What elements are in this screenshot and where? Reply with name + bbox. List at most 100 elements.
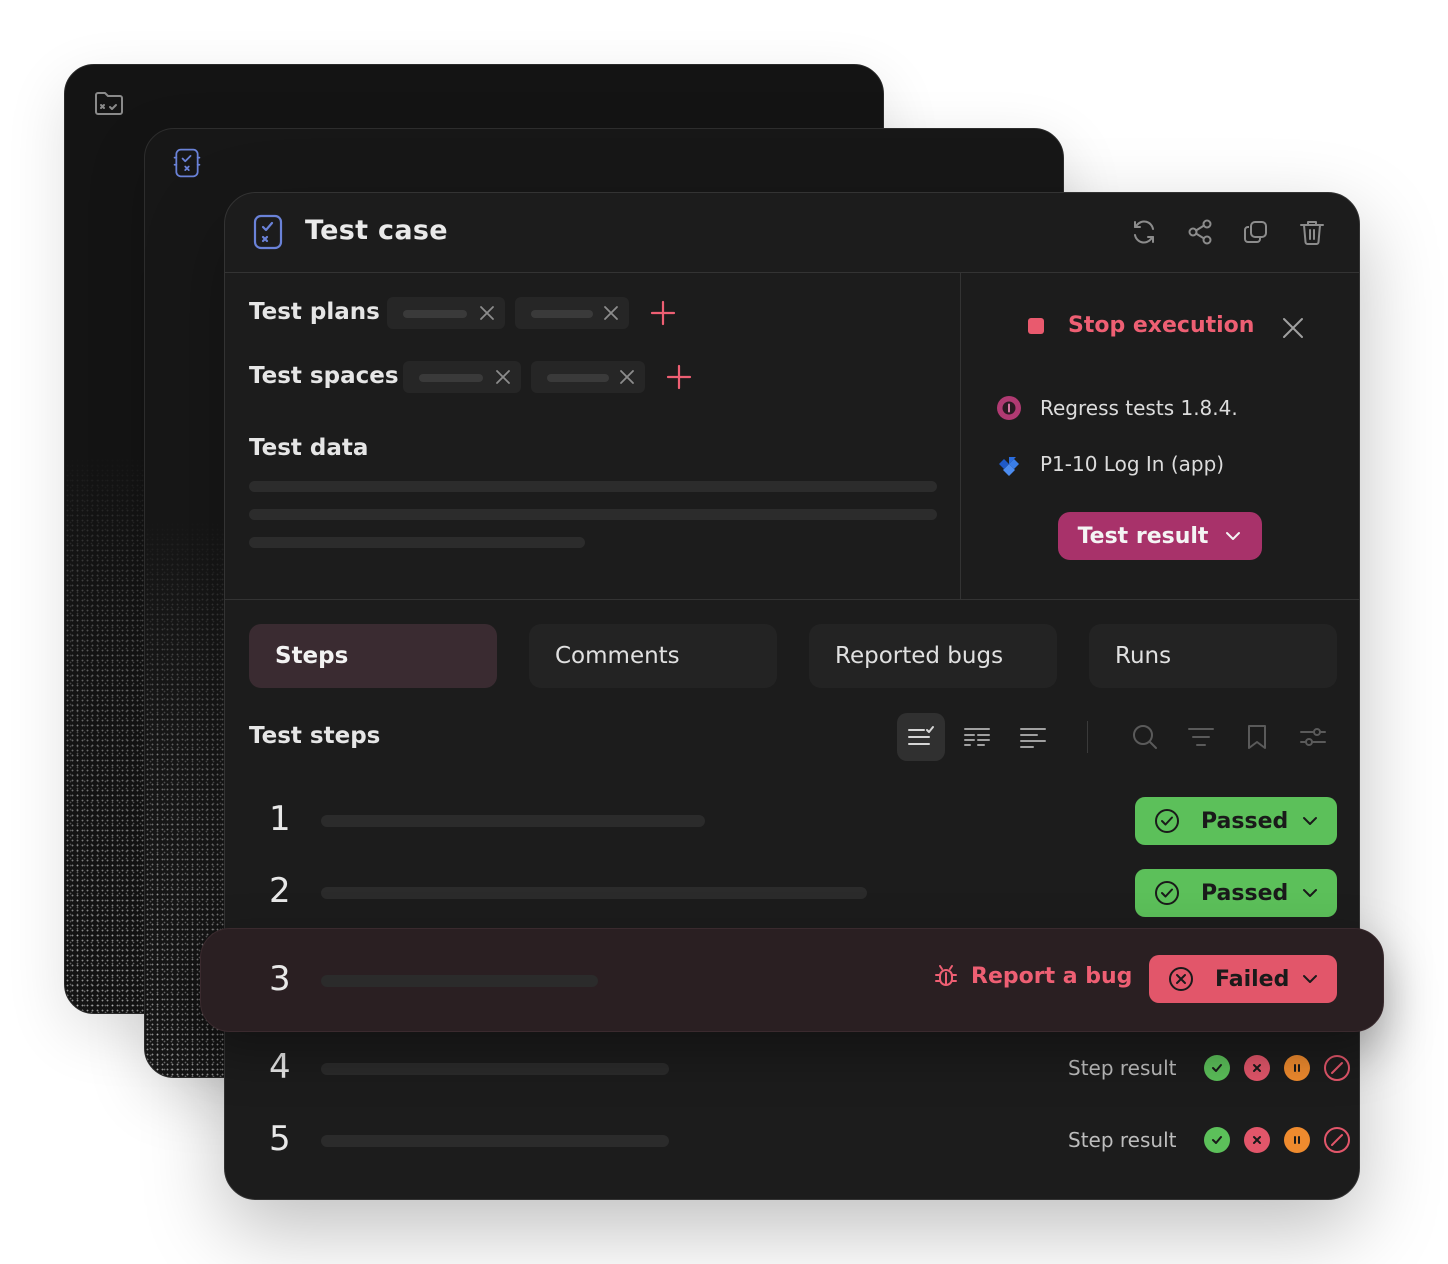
text-placeholder-line [249,537,585,548]
report-bug-label: Report a bug [971,963,1133,989]
view-columns-button[interactable] [953,713,1001,761]
step-result-label: Step result [1068,1056,1177,1080]
chevron-down-icon [1303,975,1317,983]
pause-icon [1294,1136,1301,1144]
text-placeholder-line [249,481,937,492]
text-placeholder-line [249,509,937,520]
test-plans-label: Test plans [249,299,380,325]
tab-runs[interactable]: Runs [1089,624,1337,688]
bookmark-button[interactable] [1233,713,1281,761]
trash-icon[interactable] [1297,217,1327,247]
tab-label: Reported bugs [835,643,1004,669]
list-align-icon [1020,728,1046,748]
chip-placeholder [419,374,483,382]
block-icon [1331,1062,1344,1074]
list-check-icon [908,726,934,745]
block-step-button[interactable] [1324,1055,1351,1081]
stop-execution-label: Stop execution [1068,313,1255,338]
pass-step-button[interactable] [1204,1127,1231,1153]
x-icon [1253,1064,1262,1072]
search-button[interactable] [1121,713,1169,761]
step-text-placeholder [321,1135,669,1147]
step-text-placeholder [321,975,598,987]
search-icon [1133,725,1157,749]
folder-check-icon [95,92,123,115]
test-plan-chip[interactable] [515,297,629,329]
stage: Test case Test plans Test spaces Test da… [0,0,1448,1264]
run-name: Regress tests 1.8.4. [1040,396,1238,420]
step-status-dropdown[interactable]: Passed [1135,797,1337,845]
chip-placeholder [403,310,467,318]
chevron-down-icon [1303,889,1317,897]
check-circle-icon [1155,809,1179,833]
filter-button[interactable] [1177,713,1225,761]
close-icon[interactable] [1280,315,1306,341]
close-icon[interactable] [617,367,637,387]
step-number: 5 [269,1119,291,1159]
step-status-dropdown[interactable]: Passed [1135,869,1337,917]
chip-placeholder [531,310,593,318]
divider [225,599,1359,600]
close-icon[interactable] [493,367,513,387]
failed-step-row[interactable]: 3 Report a bug Failed [200,928,1384,1032]
test-plan-chip[interactable] [387,297,505,329]
close-icon[interactable] [601,303,621,323]
run-item[interactable]: Regress tests 1.8.4. [996,395,1238,421]
check-icon [1212,1064,1223,1072]
block-step-button[interactable] [1324,1127,1351,1153]
step-number: 1 [269,799,291,839]
close-icon[interactable] [477,303,497,323]
pause-icon [1294,1064,1301,1072]
step-text-placeholder [321,887,867,899]
step-status-dropdown[interactable]: Failed [1149,955,1337,1003]
stop-icon [1028,317,1044,334]
bookmark-icon [1248,725,1266,749]
step-number: 4 [269,1047,291,1087]
test-space-chip[interactable] [403,361,521,393]
bug-icon [935,965,957,986]
step-result-selector: Step result [1068,1055,1351,1081]
pause-step-button[interactable] [1284,1127,1311,1153]
test-space-chip[interactable] [531,361,645,393]
step-number: 2 [269,871,291,911]
step-result-label: Step result [1068,1128,1177,1152]
status-label: Passed [1201,880,1289,906]
block-icon [1331,1134,1344,1146]
fail-step-button[interactable] [1244,1055,1271,1081]
step-result-selector: Step result [1068,1127,1351,1153]
report-bug-button[interactable]: Report a bug [933,963,1132,989]
tab-label: Steps [275,643,349,669]
chevron-down-icon [1303,817,1317,825]
check-circle-icon [1155,881,1179,905]
copy-icon[interactable] [1241,217,1271,247]
pause-step-button[interactable] [1284,1055,1311,1081]
tab-comments[interactable]: Comments [529,624,777,688]
test-data-label: Test data [249,435,369,461]
x-icon [1253,1136,1262,1144]
pass-step-button[interactable] [1204,1055,1231,1081]
status-label: Failed [1215,966,1290,992]
fail-step-button[interactable] [1244,1127,1271,1153]
plus-icon[interactable] [649,299,677,327]
settings-button[interactable] [1289,713,1337,761]
tab-steps[interactable]: Steps [249,624,497,688]
issue-name: P1-10 Log In (app) [1040,452,1225,476]
share-icon[interactable] [1185,217,1215,247]
section-title: Test steps [249,723,381,749]
issue-item[interactable]: P1-10 Log In (app) [996,451,1224,477]
tab-reported-bugs[interactable]: Reported bugs [809,624,1057,688]
tab-label: Runs [1115,643,1172,669]
refresh-icon[interactable] [1129,217,1159,247]
execution-pane: Stop execution Regress tests 1.8.4. P1-1… [962,273,1360,599]
tab-label: Comments [555,643,680,669]
plus-icon[interactable] [665,363,693,391]
check-icon [1212,1136,1223,1144]
chevron-down-icon [1226,532,1241,540]
toolbar-separator [1087,721,1088,753]
view-list-button[interactable] [1009,713,1057,761]
stop-execution-button[interactable]: Stop execution [1028,313,1254,338]
view-checklist-button[interactable] [897,713,945,761]
window-header: Test case [225,193,1359,273]
jira-icon [999,457,1019,476]
test-result-button[interactable]: Test result [1058,512,1262,560]
